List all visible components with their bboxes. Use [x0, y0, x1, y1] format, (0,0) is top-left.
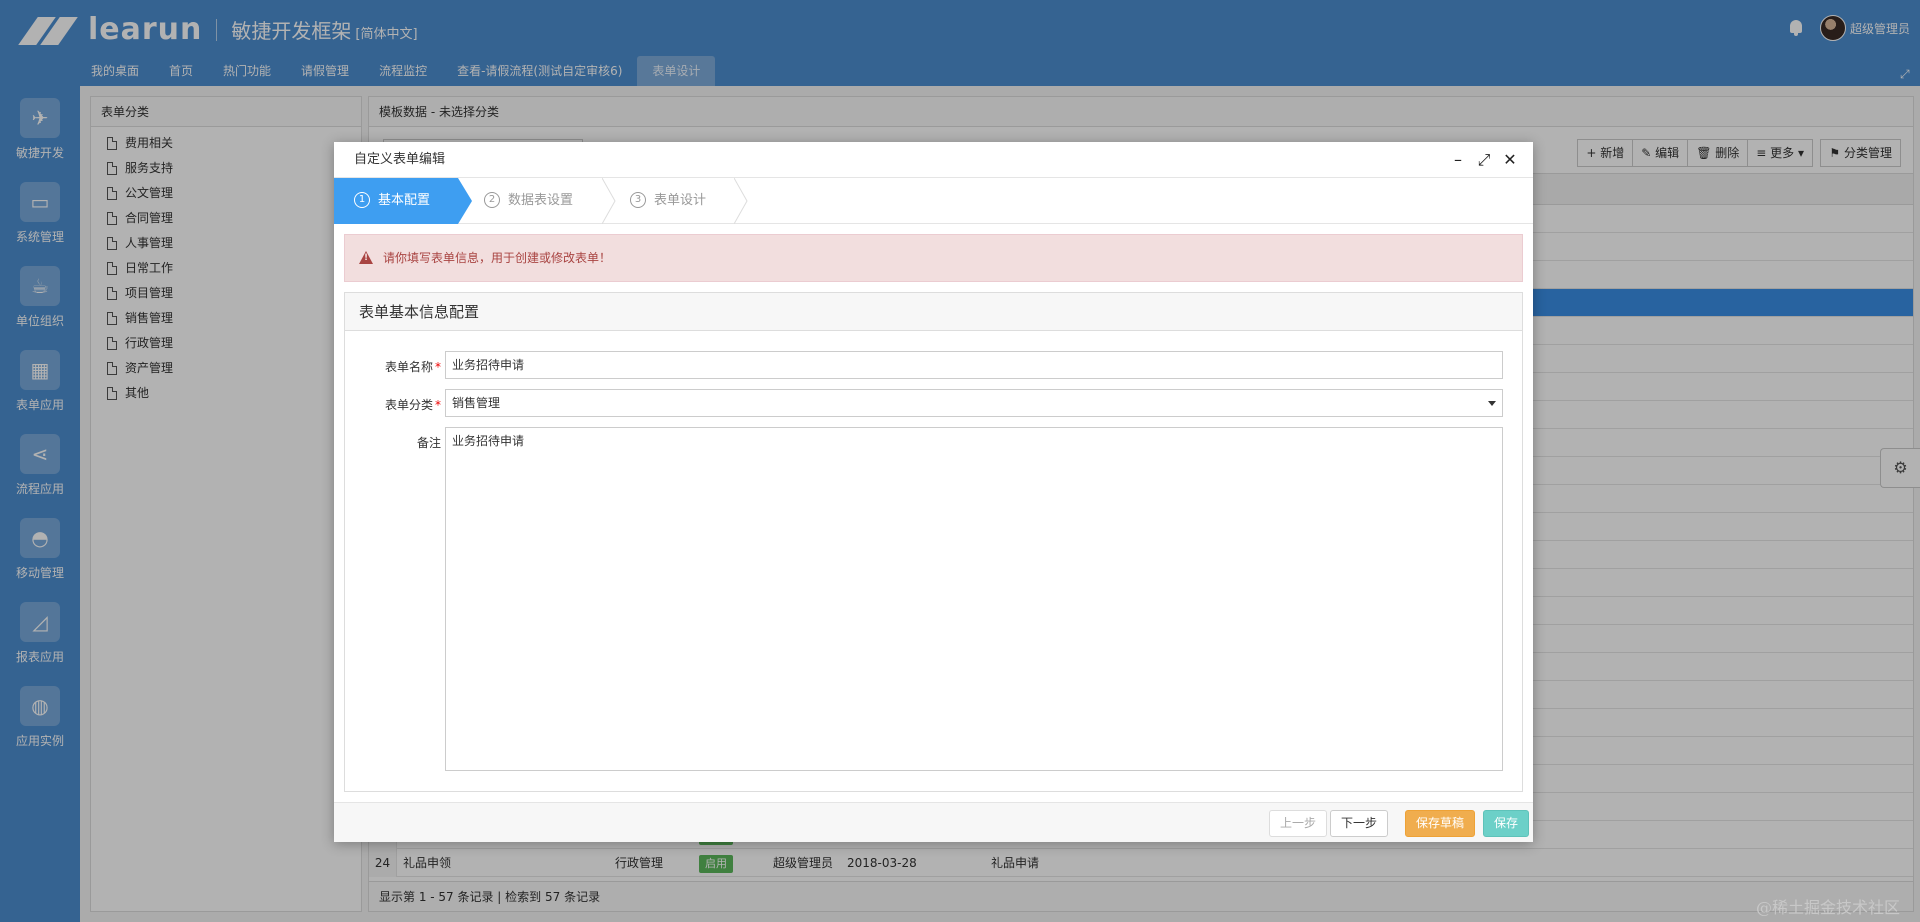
- section-title: 表单基本信息配置: [345, 293, 1522, 331]
- form-category-value: 销售管理: [452, 396, 501, 410]
- save-button[interactable]: 保存: [1482, 810, 1529, 837]
- form-name-label-text: 表单名称: [384, 360, 433, 374]
- form-category-label: 表单分类 *: [345, 396, 441, 413]
- step-number: 2: [484, 191, 500, 208]
- minimize-icon[interactable]: –: [1445, 142, 1471, 178]
- step-number: 1: [354, 191, 370, 208]
- step-form-design[interactable]: 3 表单设计: [630, 178, 740, 224]
- remark-label: 备注: [416, 436, 441, 450]
- dialog-controls: – ⤢ ✕: [1445, 142, 1523, 178]
- wizard-steps: 1 基本配置 2 数据表设置 3 表单设计: [334, 178, 1533, 224]
- form-category-select[interactable]: 销售管理: [445, 389, 1503, 417]
- dialog-title-bar: 自定义表单编辑 – ⤢ ✕: [334, 142, 1533, 178]
- form-name-input[interactable]: 业务招待申请: [445, 351, 1503, 379]
- form-edit-dialog: 自定义表单编辑 – ⤢ ✕ 1 基本配置 2 数据表设置 3 表单设计 请你填写表单信…: [334, 142, 1533, 842]
- step-label: 表单设计: [654, 193, 707, 208]
- maximize-icon[interactable]: ⤢: [1471, 142, 1497, 178]
- dialog-footer: 上一步 下一步 保存草稿 保存: [334, 802, 1533, 842]
- basic-info-panel: 表单基本信息配置 表单名称 * 业务招待申请 表单分类 * 销售管理 备注 业务招待…: [344, 292, 1523, 792]
- step-label: 数据表设置: [508, 193, 574, 208]
- required-mark: *: [435, 398, 441, 412]
- required-mark: *: [435, 360, 441, 374]
- info-alert: 请你填写表单信息，用于创建或修改表单！: [344, 234, 1523, 282]
- dialog-title: 自定义表单编辑: [354, 152, 446, 167]
- chevron-down-icon: [1488, 401, 1496, 406]
- step-table-settings[interactable]: 2 数据表设置: [484, 178, 604, 224]
- watermark: @稀土掘金技术社区: [1755, 898, 1900, 917]
- form-category-label-text: 表单分类: [384, 398, 433, 412]
- form-name-label: 表单名称 *: [345, 358, 441, 375]
- step-arrow-icon: [602, 178, 616, 224]
- next-step-button[interactable]: 下一步: [1329, 810, 1388, 837]
- step-arrow-icon: [458, 178, 472, 224]
- prev-step-button[interactable]: 上一步: [1268, 810, 1327, 837]
- save-draft-button[interactable]: 保存草稿: [1404, 810, 1475, 837]
- step-number: 3: [630, 191, 646, 208]
- alert-text: 请你填写表单信息，用于创建或修改表单！: [383, 251, 612, 265]
- remark-textarea[interactable]: 业务招待申请: [445, 427, 1503, 771]
- close-icon[interactable]: ✕: [1497, 142, 1523, 178]
- warning-icon: [359, 251, 373, 264]
- step-arrow-icon: [734, 178, 748, 224]
- step-basic-config[interactable]: 1 基本配置: [334, 178, 458, 224]
- step-label: 基本配置: [378, 193, 431, 208]
